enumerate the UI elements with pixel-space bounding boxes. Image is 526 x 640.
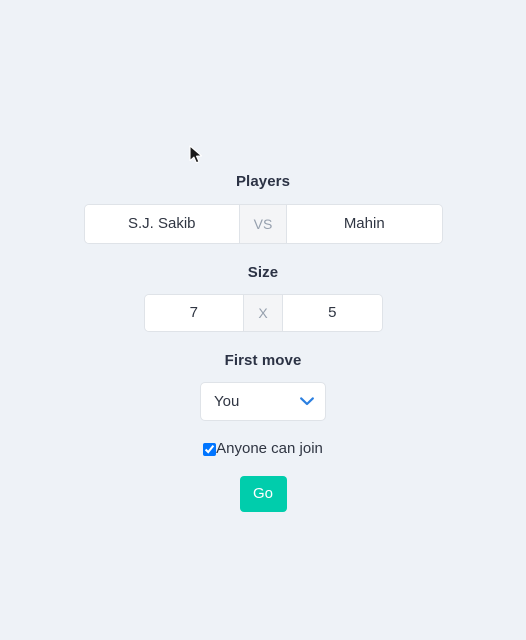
- size-height-input[interactable]: [283, 295, 382, 331]
- versus-separator: VS: [239, 205, 287, 243]
- size-heading: Size: [247, 264, 279, 281]
- size-section: Size X: [0, 263, 526, 332]
- anyone-can-join-label: Anyone can join: [216, 440, 323, 457]
- anyone-can-join-checkbox[interactable]: [203, 442, 217, 456]
- first-move-heading: First move: [224, 352, 302, 369]
- size-input-group: X: [143, 294, 383, 332]
- first-move-select[interactable]: You: [200, 382, 326, 421]
- size-multiply-separator: X: [243, 295, 283, 331]
- players-input-group: VS: [83, 204, 443, 244]
- submit-row: Go: [0, 476, 526, 512]
- player-one-input[interactable]: [84, 205, 239, 243]
- size-width-input[interactable]: [144, 295, 243, 331]
- anyone-can-join-row: Anyone can join: [0, 440, 526, 458]
- player-two-input[interactable]: [287, 205, 442, 243]
- first-move-select-shell: You: [200, 382, 326, 421]
- players-heading: Players: [235, 173, 291, 190]
- first-move-section: First move You: [0, 351, 526, 421]
- go-button[interactable]: Go: [239, 476, 287, 512]
- new-game-form: Players VS Size X First move You Anyone …: [0, 0, 526, 512]
